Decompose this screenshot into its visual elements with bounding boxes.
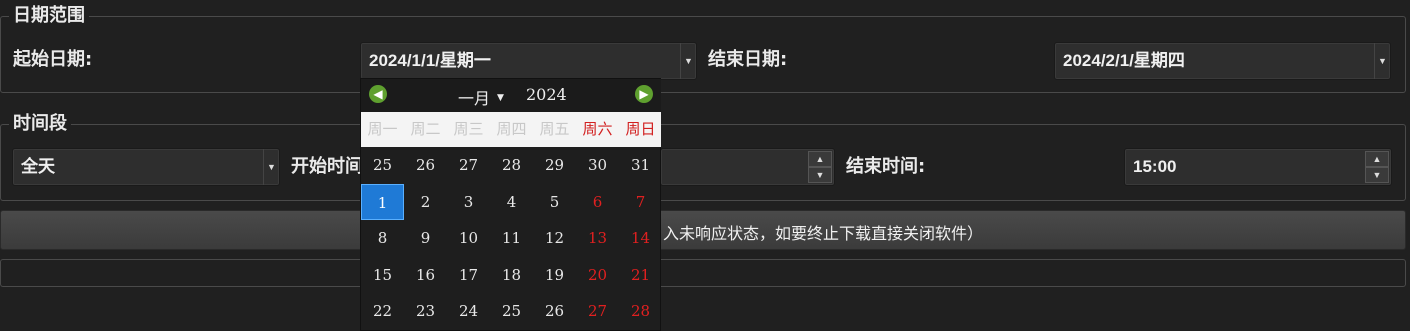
calendar-day[interactable]: 21 xyxy=(619,257,662,293)
download-status-text: 入未响应状态，如要终止下载直接关闭软件） xyxy=(663,224,984,243)
calendar-day[interactable]: 14 xyxy=(619,220,662,256)
calendar-day[interactable]: 28 xyxy=(490,147,533,183)
calendar-day[interactable]: 15 xyxy=(361,257,404,293)
calendar-day[interactable]: 24 xyxy=(447,293,490,329)
end-date-label: 结束日期: xyxy=(708,49,788,70)
chevron-down-icon[interactable]: ▼ xyxy=(263,149,279,185)
end-time-spinbox[interactable]: 15:00 ▲ ▼ xyxy=(1124,148,1392,186)
triangle-down-icon[interactable]: ▼ xyxy=(497,93,504,103)
calendar-day[interactable]: 29 xyxy=(533,147,576,183)
weekday-label: 周六 xyxy=(582,120,613,138)
calendar-day[interactable]: 9 xyxy=(404,220,447,256)
calendar-day[interactable]: 26 xyxy=(533,293,576,329)
start-date-picker[interactable]: 2024/1/1/星期一 ▼ xyxy=(360,42,697,80)
chevron-down-icon[interactable]: ▼ xyxy=(1374,43,1390,79)
calendar-day[interactable]: 18 xyxy=(490,257,533,293)
calendar-day[interactable]: 30 xyxy=(576,147,619,183)
calendar-popup: ◀ 一月 ▼ 2024 ▶ 周一 周二 周三 周四 周五 周六 周日 25 26 27 28 29 3… xyxy=(360,78,661,331)
calendar-day[interactable]: 8 xyxy=(361,220,404,256)
date-range-title: 日期范围 xyxy=(9,5,89,27)
download-button[interactable]: 入未响应状态，如要终止下载直接关闭软件） xyxy=(0,210,1406,250)
calendar-month[interactable]: 一月 xyxy=(458,85,490,109)
calendar-day[interactable]: 17 xyxy=(447,257,490,293)
chevron-down-icon[interactable]: ▼ xyxy=(680,43,696,79)
calendar-year[interactable]: 2024 xyxy=(526,85,567,104)
spin-down-icon[interactable]: ▼ xyxy=(1365,167,1389,183)
calendar-day[interactable]: 10 xyxy=(447,220,490,256)
weekday-label: 周一 xyxy=(367,120,398,138)
calendar-day[interactable]: 27 xyxy=(576,293,619,329)
weekday-label: 周二 xyxy=(410,120,441,138)
calendar-day[interactable]: 3 xyxy=(447,184,490,220)
calendar-day[interactable]: 2 xyxy=(404,184,447,220)
calendar-day[interactable]: 6 xyxy=(576,184,619,220)
weekday-label: 周五 xyxy=(539,120,570,138)
calendar-day[interactable]: 4 xyxy=(490,184,533,220)
end-time-value: 15:00 xyxy=(1133,157,1177,176)
end-time-label: 结束时间: xyxy=(846,156,926,177)
calendar-day[interactable]: 16 xyxy=(404,257,447,293)
start-date-value: 2024/1/1/星期一 xyxy=(369,51,491,70)
start-date-label: 起始日期: xyxy=(13,49,93,70)
calendar-day[interactable]: 23 xyxy=(404,293,447,329)
calendar-day[interactable]: 13 xyxy=(576,220,619,256)
calendar-day[interactable]: 5 xyxy=(533,184,576,220)
calendar-nav-bar: ◀ 一月 ▼ 2024 ▶ xyxy=(361,79,661,112)
calendar-day[interactable]: 27 xyxy=(447,147,490,183)
calendar-day[interactable]: 22 xyxy=(361,293,404,329)
weekday-label: 周日 xyxy=(625,120,656,138)
spin-up-icon[interactable]: ▲ xyxy=(1365,151,1389,167)
calendar-day[interactable]: 12 xyxy=(533,220,576,256)
time-period-title: 时间段 xyxy=(9,113,71,135)
progress-bar xyxy=(0,259,1406,287)
calendar-day[interactable]: 19 xyxy=(533,257,576,293)
calendar-day[interactable]: 1 xyxy=(361,183,404,220)
weekday-label: 周三 xyxy=(453,120,484,138)
start-time-spinbox[interactable]: ▲ ▼ xyxy=(660,148,835,186)
calendar-day[interactable]: 11 xyxy=(490,220,533,256)
calendar-day[interactable]: 31 xyxy=(619,147,662,183)
calendar-day[interactable]: 25 xyxy=(361,147,404,183)
calendar-day[interactable]: 25 xyxy=(490,293,533,329)
arrow-left-icon[interactable]: ◀ xyxy=(369,85,387,103)
end-date-picker[interactable]: 2024/2/1/星期四 ▼ xyxy=(1054,42,1391,80)
time-preset-value: 全天 xyxy=(21,157,55,176)
spin-down-icon[interactable]: ▼ xyxy=(808,167,832,183)
start-time-label: 开始时间 xyxy=(291,156,363,177)
calendar-day[interactable]: 26 xyxy=(404,147,447,183)
spin-up-icon[interactable]: ▲ xyxy=(808,151,832,167)
calendar-day[interactable]: 7 xyxy=(619,184,662,220)
calendar-day[interactable]: 28 xyxy=(619,293,662,329)
calendar-day[interactable]: 20 xyxy=(576,257,619,293)
arrow-right-icon[interactable]: ▶ xyxy=(635,85,653,103)
time-preset-select[interactable]: 全天 ▼ xyxy=(12,148,280,186)
end-date-value: 2024/2/1/星期四 xyxy=(1063,51,1185,70)
weekday-label: 周四 xyxy=(496,120,527,138)
weekday-header: 周一 周二 周三 周四 周五 周六 周日 xyxy=(361,112,661,147)
